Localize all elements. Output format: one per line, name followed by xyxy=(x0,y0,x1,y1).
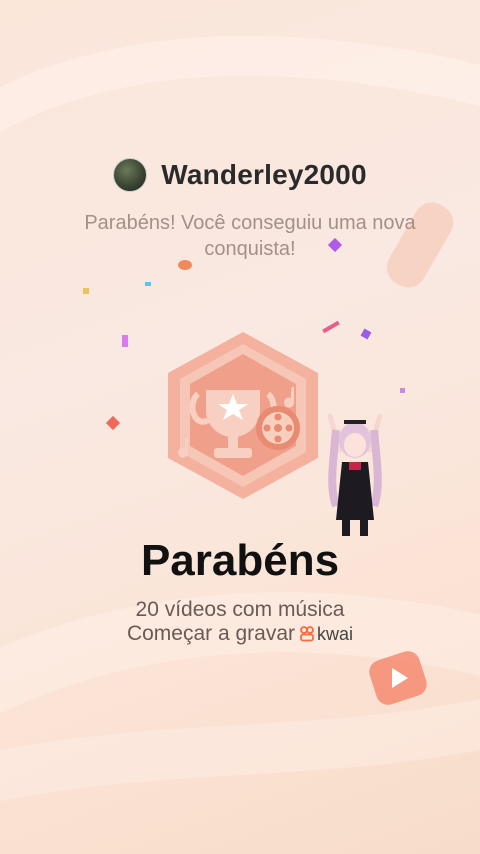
trophy-badge-icon xyxy=(168,332,318,499)
avatar[interactable] xyxy=(113,158,148,192)
achievement-description: 20 vídeos com música xyxy=(135,598,345,621)
achievement-details: 20 vídeos com música Começar a gravar kw… xyxy=(0,598,480,646)
user-header: Wanderley2000 xyxy=(0,158,480,192)
kwai-logo-icon xyxy=(300,626,314,642)
kwai-logo: kwai xyxy=(299,622,353,646)
character-sticker xyxy=(327,413,383,536)
username[interactable]: Wanderley2000 xyxy=(161,159,366,191)
record-cta[interactable]: Começar a gravar xyxy=(127,622,295,646)
congrats-message: Parabéns! Você conseguiu uma nova conqui… xyxy=(84,212,416,260)
achievement-title: Parabéns xyxy=(140,536,340,585)
cta-row[interactable]: Começar a gravar kwai xyxy=(127,622,353,646)
kwai-brand-text: kwai xyxy=(317,624,354,644)
